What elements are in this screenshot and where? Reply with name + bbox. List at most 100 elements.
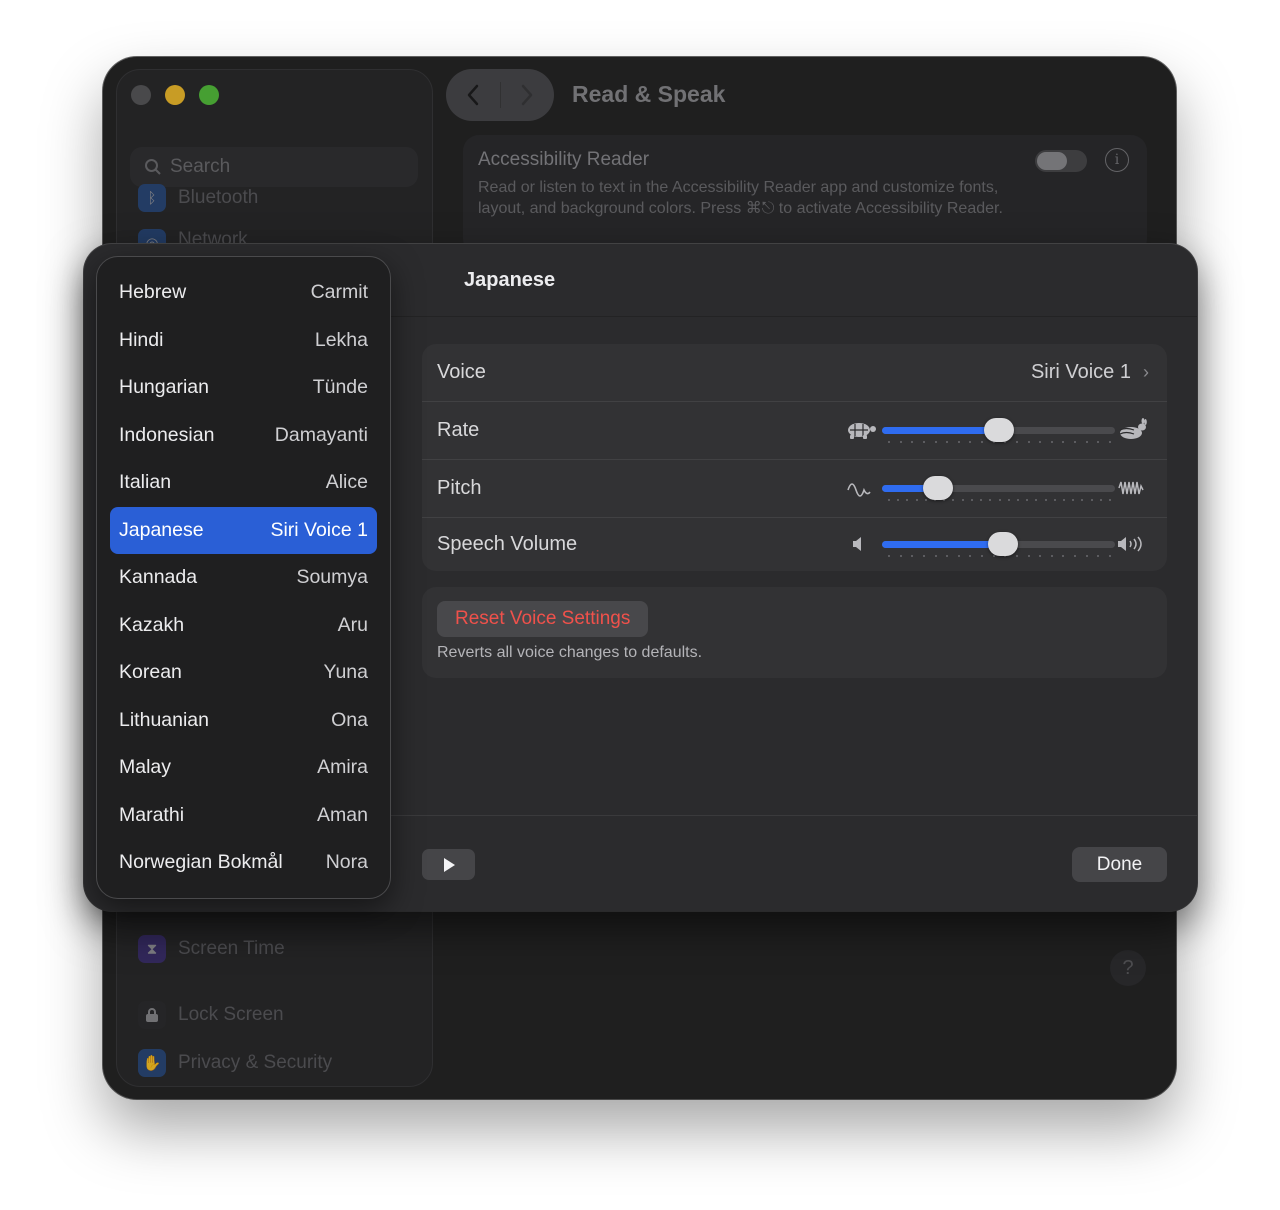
back-button[interactable] [446, 69, 500, 121]
language-row-kannada[interactable]: Kannada Soumya [110, 554, 377, 602]
language-voice: Alice [325, 471, 368, 494]
sidebar-item-label: Privacy & Security [178, 1052, 333, 1073]
language-row-japanese[interactable]: Japanese Siri Voice 1 [110, 506, 377, 554]
language-name: Japanese [119, 518, 204, 541]
language-voice: Aru [337, 613, 368, 636]
language-name: Hebrew [119, 281, 187, 304]
language-row-kazakh[interactable]: Kazakh Aru [110, 602, 377, 650]
sidebar-item-lock-screen[interactable]: Lock Screen [138, 1001, 284, 1029]
language-row-hindi[interactable]: Hindi Lekha [110, 317, 377, 365]
language-voice: Soumya [296, 566, 368, 589]
chevron-right-icon [522, 84, 533, 106]
rate-label: Rate [437, 419, 480, 441]
search-icon [145, 159, 161, 175]
accessibility-reader-description: Read or listen to text in the Accessibil… [478, 179, 1003, 217]
reset-description: Reverts all voice changes to defaults. [437, 644, 703, 661]
sidebar-item-label: Lock Screen [178, 1004, 284, 1025]
voice-row[interactable]: Voice Siri Voice 1 › [422, 344, 1167, 401]
language-name: Marathi [119, 803, 185, 826]
sidebar-item-label: Bluetooth [178, 187, 259, 208]
language-name: Malay [119, 756, 172, 779]
language-name: Indonesian [119, 423, 215, 446]
sidebar-item-bluetooth[interactable]: ᛒ Bluetooth [138, 184, 258, 212]
language-name: Lithuanian [119, 708, 209, 731]
chevron-left-icon [467, 84, 478, 106]
language-voice: Carmit [310, 281, 368, 304]
language-row-lithuanian[interactable]: Lithuanian Ona [110, 697, 377, 745]
language-row-hebrew[interactable]: Hebrew Carmit [110, 269, 377, 317]
language-row-hungarian[interactable]: Hungarian Tünde [110, 364, 377, 412]
language-voice: Tünde [312, 376, 368, 399]
language-name: Kazakh [119, 613, 185, 636]
speech-volume-slider[interactable] [844, 524, 1150, 564]
language-voice: Aman [317, 803, 368, 826]
lock-icon [138, 1001, 166, 1029]
page-title: Read & Speak [572, 81, 726, 107]
pitch-label: Pitch [437, 477, 482, 499]
voice-value: Siri Voice 1 [1030, 361, 1131, 383]
language-list: Hebrew Carmit Hindi Lekha Hungarian Tünde Indo… [96, 256, 391, 899]
play-icon [443, 857, 455, 872]
language-voice: Lekha [314, 328, 368, 351]
sidebar-item-label: Screen Time [178, 938, 285, 959]
help-button[interactable]: ? [1110, 950, 1146, 986]
language-voice: Siri Voice 1 [270, 518, 368, 541]
speech-volume-label: Speech Volume [437, 533, 578, 555]
rate-slider[interactable] [844, 410, 1150, 450]
pitch-slider[interactable] [844, 468, 1150, 508]
info-icon[interactable]: i [1105, 148, 1129, 172]
sidebar-item-network[interactable]: ◎ Network [138, 229, 248, 243]
language-name: Korean [119, 661, 182, 684]
sidebar-search-field[interactable]: Search [130, 147, 418, 187]
done-button[interactable]: Done [1072, 847, 1167, 882]
language-voice: Ona [331, 708, 368, 731]
language-voice: Nora [325, 851, 368, 874]
turtle-icon [848, 423, 876, 439]
hourglass-icon: ⧗ [138, 935, 166, 963]
navigation-buttons [446, 69, 554, 121]
speaker-high-icon [1118, 536, 1142, 552]
speaker-low-icon [853, 537, 861, 551]
speech-volume-row: Speech Volume [422, 517, 1167, 571]
high-pitch-wave-icon [1118, 481, 1144, 495]
rate-row: Rate [422, 401, 1167, 459]
language-row-norwegian-bokm-l[interactable]: Norwegian Bokmål Nora [110, 839, 377, 887]
voice-settings-card: Voice Siri Voice 1 › Rate Pitch Speech V… [422, 344, 1167, 571]
language-voice: Amira [317, 756, 368, 779]
play-sample-button[interactable] [422, 849, 475, 880]
voice-label: Voice [437, 361, 486, 383]
language-row-marathi[interactable]: Marathi Aman [110, 792, 377, 840]
forward-button[interactable] [501, 69, 555, 121]
bluetooth-icon: ᛒ [138, 184, 166, 212]
accessibility-reader-title: Accessibility Reader [478, 149, 650, 170]
accessibility-reader-card: Accessibility Reader Read or listen to t… [463, 135, 1147, 255]
language-voice: Yuna [323, 661, 368, 684]
language-row-indonesian[interactable]: Indonesian Damayanti [110, 412, 377, 460]
language-name: Hungarian [119, 376, 209, 399]
window-close-button[interactable] [131, 85, 151, 105]
sidebar-item-screen-time[interactable]: ⧗ Screen Time [138, 935, 285, 963]
language-voice: Damayanti [274, 423, 368, 446]
sidebar-item-label: Network [178, 229, 248, 243]
rabbit-icon [1119, 418, 1147, 439]
window-zoom-button[interactable] [199, 85, 219, 105]
hand-icon: ✋ [138, 1049, 166, 1077]
language-name: Norwegian Bokmål [119, 851, 283, 874]
accessibility-reader-toggle[interactable] [1035, 150, 1087, 172]
low-pitch-wave-icon [847, 483, 871, 497]
language-name: Italian [119, 471, 172, 494]
language-name: Kannada [119, 566, 198, 589]
pitch-row: Pitch [422, 459, 1167, 517]
sidebar-item-privacy-security[interactable]: ✋ Privacy & Security [138, 1049, 332, 1077]
reset-voice-settings-button[interactable]: Reset Voice Settings [437, 601, 649, 637]
sheet-title: Japanese [464, 269, 556, 291]
language-row-korean[interactable]: Korean Yuna [110, 649, 377, 697]
language-row-italian[interactable]: Italian Alice [110, 459, 377, 507]
window-minimize-button[interactable] [165, 85, 185, 105]
chevron-right-icon: › [1143, 362, 1149, 382]
network-icon: ◎ [138, 229, 166, 243]
language-row-malay[interactable]: Malay Amira [110, 744, 377, 792]
language-name: Hindi [119, 328, 164, 351]
reset-card: Reset Voice Settings Reverts all voice c… [422, 587, 1167, 678]
search-placeholder: Search [170, 156, 231, 177]
